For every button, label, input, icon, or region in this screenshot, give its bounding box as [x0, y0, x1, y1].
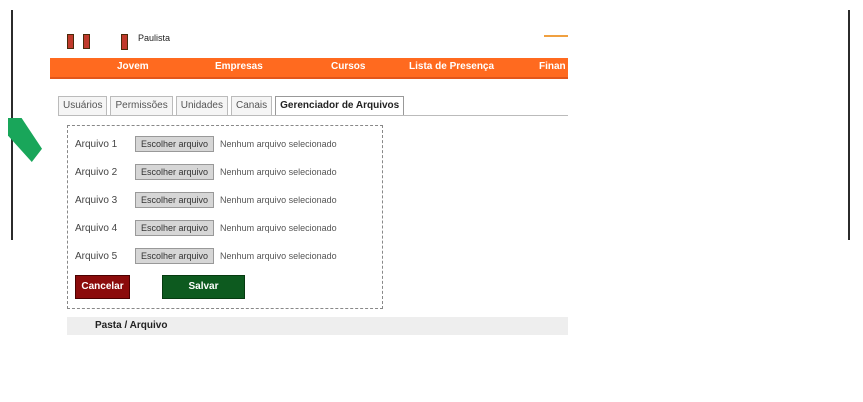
file-status: Nenhum arquivo selecionado: [220, 223, 337, 233]
frame-border-right: [848, 10, 850, 240]
tab-unidades[interactable]: Unidades: [175, 96, 228, 115]
choose-file-button[interactable]: Escolher arquivo: [135, 136, 215, 152]
column-header-pasta-arquivo[interactable]: Pasta / Arquivo: [67, 320, 167, 331]
nav-item-cursos[interactable]: Cursos: [331, 61, 365, 72]
logo-bar: [83, 34, 90, 49]
files-table-header: Pasta / Arquivo: [67, 317, 568, 335]
tab-bar: Usuários Permissões Unidades Canais Gere…: [58, 96, 405, 116]
tab-usuarios[interactable]: Usuários: [58, 96, 108, 115]
file-label: Arquivo 3: [75, 194, 118, 206]
cancel-button[interactable]: Cancelar: [75, 275, 130, 299]
nav-item-financeiro[interactable]: Finan: [539, 61, 566, 72]
tab-gerenciador-de-arquivos[interactable]: Gerenciador de Arquivos: [275, 96, 405, 116]
file-label: Arquivo 1: [75, 138, 118, 150]
file-status: Nenhum arquivo selecionado: [220, 195, 337, 205]
choose-file-button[interactable]: Escolher arquivo: [135, 164, 215, 180]
nav-item-jovem[interactable]: Jovem: [117, 61, 149, 72]
site-logo[interactable]: Paulista: [67, 33, 171, 50]
choose-file-button[interactable]: Escolher arquivo: [135, 248, 215, 264]
file-row-5: Arquivo 5 Escolher arquivo Nenhum arquiv…: [75, 247, 337, 265]
tab-canais[interactable]: Canais: [230, 96, 273, 115]
file-status: Nenhum arquivo selecionado: [220, 167, 337, 177]
file-row-4: Arquivo 4 Escolher arquivo Nenhum arquiv…: [75, 219, 337, 237]
file-upload-form: Arquivo 1 Escolher arquivo Nenhum arquiv…: [67, 125, 383, 309]
main-nav: Jovem Empresas Cursos Lista de Presença …: [50, 58, 568, 79]
site-name: Paulista: [138, 33, 171, 43]
file-status: Nenhum arquivo selecionado: [220, 251, 337, 261]
file-status: Nenhum arquivo selecionado: [220, 139, 337, 149]
file-row-2: Arquivo 2 Escolher arquivo Nenhum arquiv…: [75, 163, 337, 181]
save-button[interactable]: Salvar: [162, 275, 245, 299]
header-accent-line: [544, 35, 568, 37]
logo-mark-icon: [67, 34, 128, 50]
file-row-3: Arquivo 3 Escolher arquivo Nenhum arquiv…: [75, 191, 337, 209]
green-arrow-icon: [8, 118, 42, 162]
choose-file-button[interactable]: Escolher arquivo: [135, 192, 215, 208]
file-label: Arquivo 5: [75, 250, 118, 262]
logo-bar: [67, 34, 74, 49]
nav-item-empresas[interactable]: Empresas: [215, 61, 263, 72]
web-page: Paulista Jovem Empresas Cursos Lista de …: [50, 22, 568, 342]
choose-file-button[interactable]: Escolher arquivo: [135, 220, 215, 236]
tab-divider: [58, 115, 568, 116]
logo-bar: [121, 34, 128, 50]
file-row-1: Arquivo 1 Escolher arquivo Nenhum arquiv…: [75, 135, 337, 153]
file-label: Arquivo 4: [75, 222, 118, 234]
tab-permissoes[interactable]: Permissões: [110, 96, 173, 115]
nav-item-lista-de-presenca[interactable]: Lista de Presença: [409, 61, 494, 72]
file-label: Arquivo 2: [75, 166, 118, 178]
